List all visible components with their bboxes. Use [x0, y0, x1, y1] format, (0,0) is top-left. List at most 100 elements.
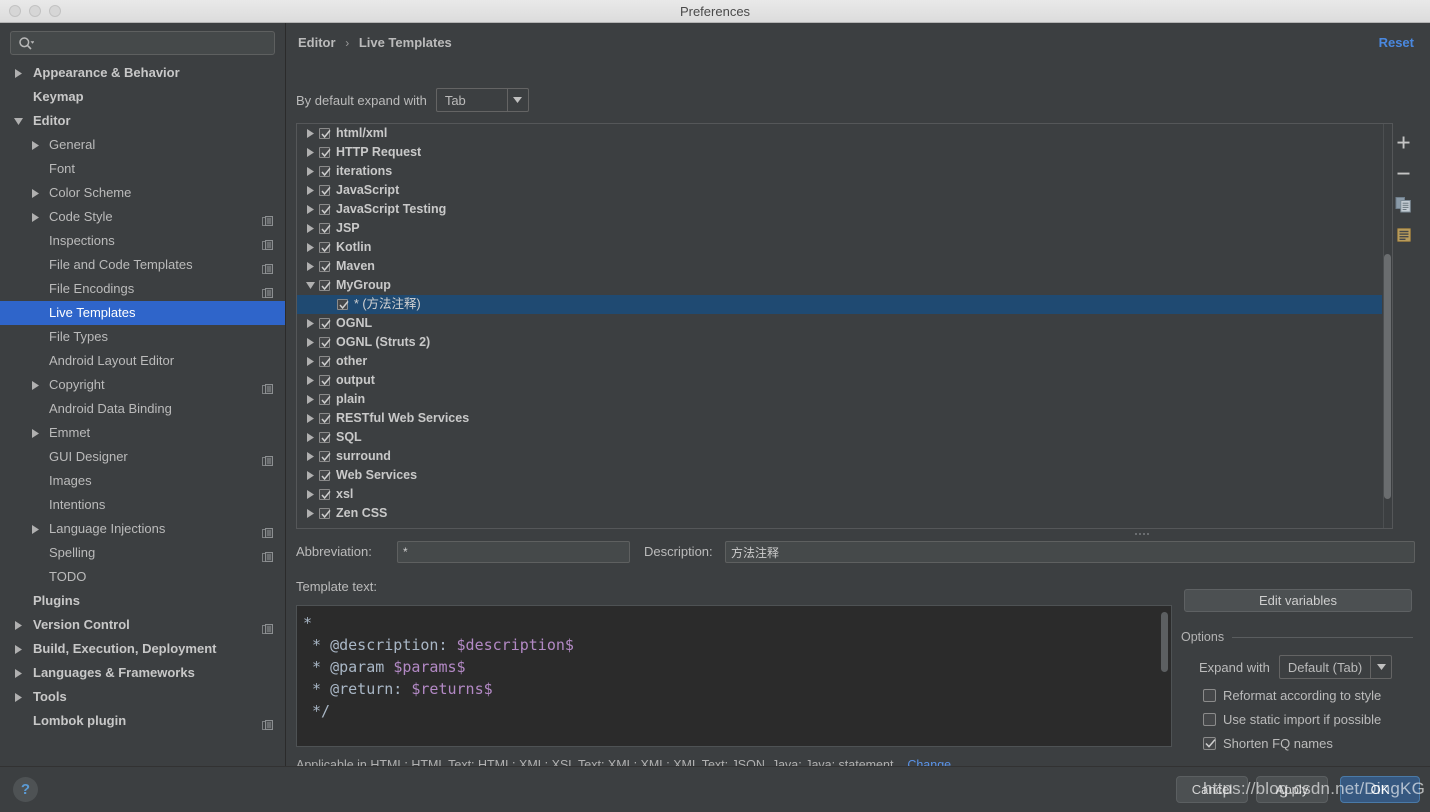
sidebar-item-tools[interactable]: Tools [0, 685, 285, 709]
chevron-right-icon[interactable] [30, 373, 40, 397]
template-tree-row[interactable]: Maven [297, 257, 1382, 276]
template-enabled-checkbox[interactable] [319, 261, 331, 272]
description-input[interactable] [725, 541, 1415, 563]
sidebar-item-file-and-code-templates[interactable]: File and Code Templates [0, 253, 285, 277]
sidebar-item-android-layout-editor[interactable]: Android Layout Editor [0, 349, 285, 373]
change-context-button[interactable] [1391, 222, 1417, 248]
sidebar-item-keymap[interactable]: Keymap [0, 85, 285, 109]
sidebar-item-gui-designer[interactable]: GUI Designer [0, 445, 285, 469]
chevron-right-icon[interactable] [13, 685, 23, 709]
remove-template-button[interactable] [1391, 160, 1417, 186]
chevron-right-icon[interactable] [305, 428, 315, 447]
chevron-right-icon[interactable] [30, 181, 40, 205]
sidebar-item-font[interactable]: Font [0, 157, 285, 181]
template-tree-row[interactable]: JavaScript Testing [297, 200, 1382, 219]
default-expand-combobox[interactable]: Tab [435, 88, 529, 112]
template-enabled-checkbox[interactable] [319, 242, 331, 253]
add-template-button[interactable] [1391, 129, 1417, 155]
template-tree-row[interactable]: RESTful Web Services [297, 409, 1382, 428]
chevron-right-icon[interactable] [305, 447, 315, 466]
cancel-button[interactable]: Cancel [1176, 776, 1248, 803]
sidebar-item-live-templates[interactable]: Live Templates [0, 301, 285, 325]
apply-button[interactable]: Apply [1256, 776, 1328, 803]
sidebar-item-code-style[interactable]: Code Style [0, 205, 285, 229]
template-tree-row[interactable]: plain [297, 390, 1382, 409]
template-tree-row[interactable]: MyGroup [297, 276, 1382, 295]
chevron-right-icon[interactable] [305, 371, 315, 390]
help-button[interactable]: ? [13, 777, 38, 802]
chevron-right-icon[interactable] [305, 181, 315, 200]
sidebar-item-images[interactable]: Images [0, 469, 285, 493]
live-templates-tree[interactable]: html/xml HTTP Request iterations JavaScript… [297, 124, 1382, 528]
sidebar-item-intentions[interactable]: Intentions [0, 493, 285, 517]
template-text-editor[interactable]: * * @description: $description$ * @param… [296, 605, 1172, 747]
template-enabled-checkbox[interactable] [319, 185, 331, 196]
chevron-right-icon[interactable] [30, 517, 40, 541]
chevron-right-icon[interactable] [305, 390, 315, 409]
template-enabled-checkbox[interactable] [319, 508, 331, 519]
expand-with-combobox[interactable]: Default (Tab) [1278, 655, 1393, 679]
sidebar-item-copyright[interactable]: Copyright [0, 373, 285, 397]
template-enabled-checkbox[interactable] [319, 489, 331, 500]
chevron-right-icon[interactable] [13, 61, 23, 85]
template-tree-row[interactable]: JavaScript [297, 181, 1382, 200]
sidebar-item-plugins[interactable]: Plugins [0, 589, 285, 613]
template-tree-row[interactable]: Zen CSS [297, 504, 1382, 523]
sidebar-item-lombok-plugin[interactable]: Lombok plugin [0, 709, 285, 733]
template-enabled-checkbox[interactable] [319, 280, 331, 291]
template-enabled-checkbox[interactable] [319, 375, 331, 386]
sidebar-item-version-control[interactable]: Version Control [0, 613, 285, 637]
template-tree-row[interactable]: JSP [297, 219, 1382, 238]
chevron-right-icon[interactable] [305, 409, 315, 428]
chevron-right-icon[interactable] [305, 257, 315, 276]
template-enabled-checkbox[interactable] [319, 223, 331, 234]
template-tree-row[interactable]: output [297, 371, 1382, 390]
template-tree-row[interactable]: surround [297, 447, 1382, 466]
ok-button[interactable]: OK [1340, 776, 1420, 803]
chevron-right-icon[interactable] [305, 333, 315, 352]
chevron-right-icon[interactable] [13, 613, 23, 637]
abbreviation-input[interactable] [397, 541, 630, 563]
sidebar-item-emmet[interactable]: Emmet [0, 421, 285, 445]
sidebar-item-file-encodings[interactable]: File Encodings [0, 277, 285, 301]
template-enabled-checkbox[interactable] [319, 413, 331, 424]
template-tree-row[interactable]: OGNL (Struts 2) [297, 333, 1382, 352]
sidebar-item-file-types[interactable]: File Types [0, 325, 285, 349]
panel-splitter-handle[interactable] [1127, 530, 1157, 537]
sidebar-item-color-scheme[interactable]: Color Scheme [0, 181, 285, 205]
search-input[interactable] [37, 32, 262, 54]
chevron-right-icon[interactable] [305, 143, 315, 162]
sidebar-item-spelling[interactable]: Spelling [0, 541, 285, 565]
edit-variables-button[interactable]: Edit variables [1184, 589, 1412, 612]
editor-vertical-scrollbar[interactable] [1161, 612, 1168, 672]
chevron-right-icon[interactable] [305, 352, 315, 371]
option-checkbox-row[interactable]: Use static import if possible [1203, 712, 1413, 727]
sidebar-item-general[interactable]: General [0, 133, 285, 157]
chevron-right-icon[interactable] [305, 485, 315, 504]
template-tree-row[interactable]: iterations [297, 162, 1382, 181]
template-tree-row[interactable]: Kotlin [297, 238, 1382, 257]
chevron-right-icon[interactable] [305, 238, 315, 257]
option-checkbox-row[interactable]: Shorten FQ names [1203, 736, 1413, 751]
template-enabled-checkbox[interactable] [337, 299, 349, 310]
template-tree-row[interactable]: html/xml [297, 124, 1382, 143]
checkbox-shorten-fq-names[interactable] [1203, 737, 1216, 750]
template-tree-row[interactable]: OGNL [297, 314, 1382, 333]
template-enabled-checkbox[interactable] [319, 394, 331, 405]
checkbox-use-static-import-if-possible[interactable] [1203, 713, 1216, 726]
chevron-down-icon[interactable] [13, 109, 23, 133]
option-checkbox-row[interactable]: Reformat according to style [1203, 688, 1413, 703]
chevron-right-icon[interactable] [30, 205, 40, 229]
template-enabled-checkbox[interactable] [319, 432, 331, 443]
chevron-right-icon[interactable] [13, 661, 23, 685]
chevron-right-icon[interactable] [13, 637, 23, 661]
duplicate-template-button[interactable] [1391, 191, 1417, 217]
template-enabled-checkbox[interactable] [319, 337, 331, 348]
sidebar-item-appearance-behavior[interactable]: Appearance & Behavior [0, 61, 285, 85]
chevron-right-icon[interactable] [305, 466, 315, 485]
sidebar-item-android-data-binding[interactable]: Android Data Binding [0, 397, 285, 421]
sidebar-item-language-injections[interactable]: Language Injections [0, 517, 285, 541]
template-tree-row[interactable]: SQL [297, 428, 1382, 447]
chevron-right-icon[interactable] [305, 200, 315, 219]
sidebar-item-inspections[interactable]: Inspections [0, 229, 285, 253]
